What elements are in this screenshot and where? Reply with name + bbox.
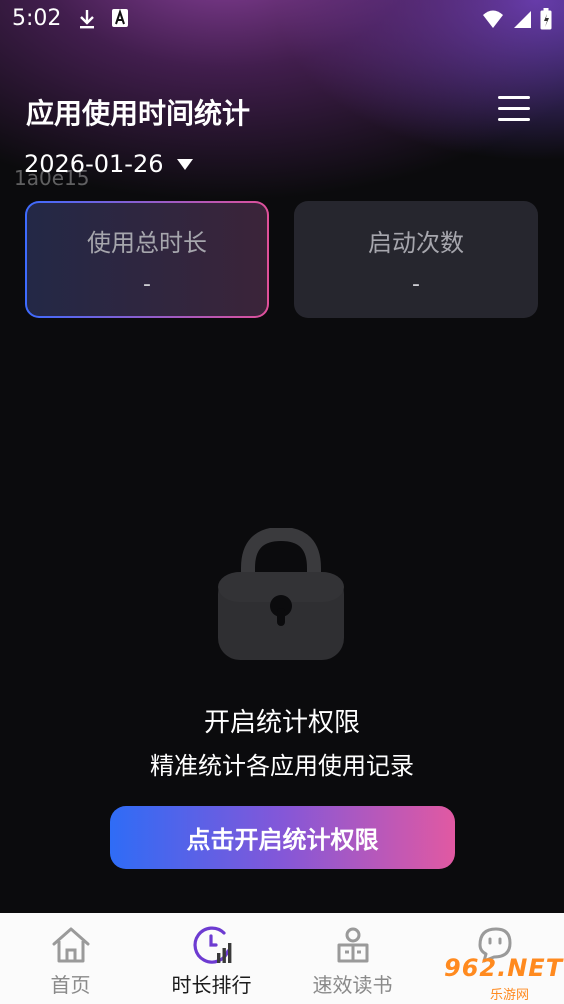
menu-button[interactable]	[498, 96, 530, 124]
status-time: 5:02	[12, 6, 62, 31]
launch-count-value: -	[412, 271, 420, 297]
nav-label-duration-ranking: 时长排行	[171, 973, 252, 997]
clock-chart-icon	[192, 926, 231, 964]
enable-permission-button[interactable]: 点击开启统计权限	[110, 806, 455, 869]
nav-item-duration-ranking[interactable]: 时长排行	[141, 913, 282, 1004]
nav-label-home: 首页	[50, 973, 91, 997]
status-bar: 5:02	[0, 0, 564, 40]
wifi-icon	[483, 10, 503, 28]
permission-subtitle: 精准统计各应用使用记录	[150, 752, 414, 780]
status-right-icons	[482, 8, 552, 30]
nav-item-home[interactable]: 首页	[0, 913, 141, 1004]
permission-title: 开启统计权限	[203, 708, 360, 738]
total-duration-label: 使用总时长	[87, 228, 207, 257]
launch-count-label: 启动次数	[368, 228, 464, 257]
nav-item-speed-reading[interactable]: 速效读书	[282, 913, 423, 1004]
total-duration-card[interactable]: 使用总时长 -	[25, 201, 269, 318]
menu-icon-bar	[498, 107, 530, 110]
site-watermark: 962.NET 乐游网	[424, 940, 564, 1004]
menu-icon-bar	[498, 96, 530, 99]
page-title: 应用使用时间统计	[26, 97, 251, 130]
battery-icon	[540, 8, 552, 30]
overlay-id-text: 1a0e15	[14, 166, 90, 190]
watermark-sub: 乐游网	[490, 988, 530, 1003]
download-icon	[80, 10, 94, 29]
lock-icon	[218, 528, 344, 660]
total-duration-value: -	[143, 271, 151, 297]
book-reading-icon	[337, 927, 368, 963]
signal-icon	[514, 11, 531, 28]
chevron-down-icon	[177, 158, 194, 170]
launch-count-card[interactable]: 启动次数 -	[294, 201, 538, 318]
nav-label-speed-reading: 速效读书	[312, 973, 393, 997]
home-icon	[52, 927, 89, 963]
watermark-brand: 962.NET	[444, 954, 564, 982]
app-notification-icon	[112, 9, 128, 27]
menu-icon-bar	[498, 118, 530, 121]
